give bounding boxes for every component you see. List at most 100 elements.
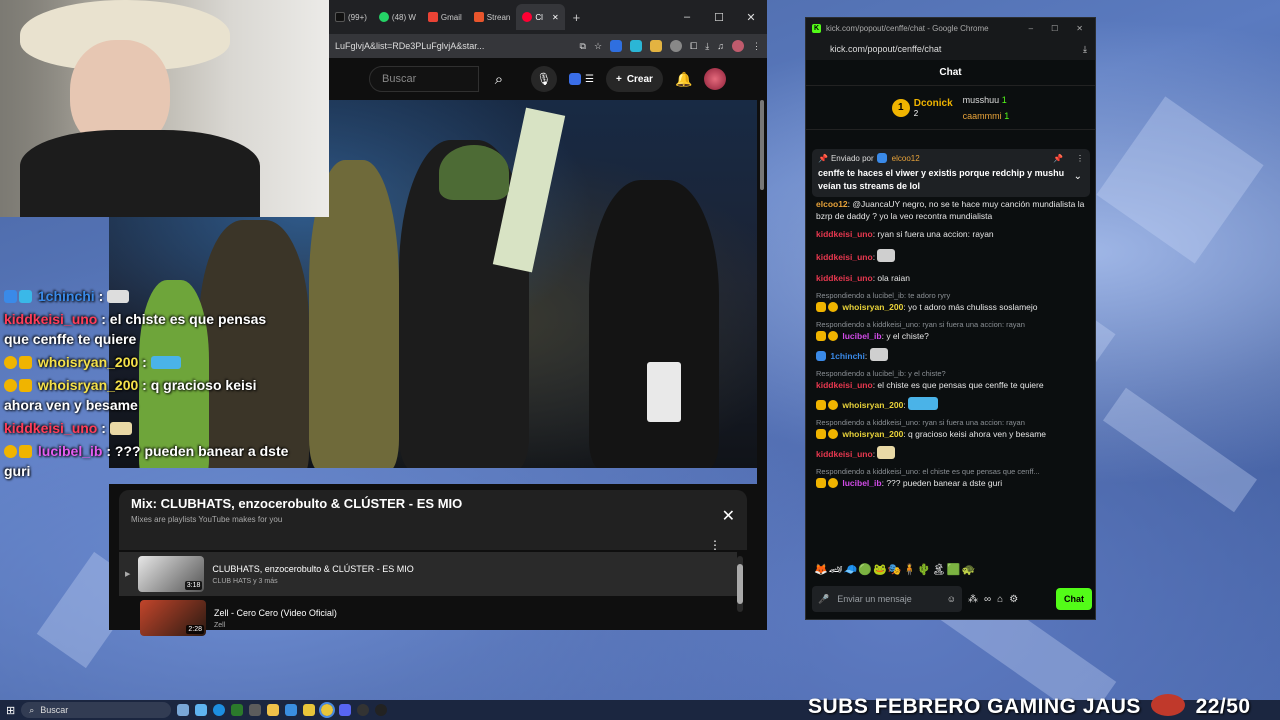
maximize-button[interactable]: ☐ xyxy=(703,11,735,24)
send-chat-button[interactable]: Chat xyxy=(1056,588,1092,610)
edge-icon[interactable] xyxy=(213,704,226,716)
pin-icon[interactable]: 📌 xyxy=(1053,154,1063,163)
emote-icon[interactable]: 🟢 xyxy=(858,564,873,576)
extensions-puzzle-icon[interactable]: ⧠ xyxy=(690,41,697,52)
close-window-button[interactable]: ✕ xyxy=(735,11,767,24)
emote-icon[interactable]: 🐢 xyxy=(962,564,977,576)
chat-username[interactable]: whoisryan_200 xyxy=(842,429,903,439)
tab-streamlabs[interactable]: Strean xyxy=(468,4,517,30)
extension-icon[interactable] xyxy=(610,40,623,52)
emote-icon[interactable]: 🧢 xyxy=(844,564,859,576)
playlist-title[interactable]: Mix: CLUBHATS, enzocerobulto & CLÚSTER -… xyxy=(131,496,735,511)
more-options-icon[interactable]: ⋮ xyxy=(709,538,721,552)
extension-icon[interactable] xyxy=(650,40,663,52)
chat-username[interactable]: 1chinchi xyxy=(830,351,864,361)
emote-icon[interactable]: 🦊 xyxy=(814,564,829,576)
close-tab-icon[interactable]: ✕ xyxy=(552,13,559,22)
notifications-bell-icon[interactable]: 🔔 xyxy=(675,71,692,88)
share-icon[interactable]: ⁂ xyxy=(968,594,978,605)
chat-username[interactable]: kiddkeisi_uno xyxy=(816,449,873,459)
chat-username[interactable]: elcoo12 xyxy=(816,199,848,209)
chat-username[interactable]: kiddkeisi_uno xyxy=(816,252,873,262)
chat-username[interactable]: kiddkeisi_uno xyxy=(816,229,873,239)
minimize-button[interactable]: – xyxy=(671,11,703,24)
extension-icon[interactable] xyxy=(670,40,683,52)
gear-icon[interactable]: ⚙ xyxy=(1009,594,1018,605)
more-options-icon[interactable]: ⋮ xyxy=(1076,154,1084,163)
create-label: Crear xyxy=(626,73,653,85)
tab-tiktok[interactable]: (99+) xyxy=(329,4,373,30)
badge-icon xyxy=(816,400,826,410)
extension-icon[interactable] xyxy=(630,40,643,52)
address-bar[interactable]: kick.com/popout/cenffe/chat ⤓ xyxy=(806,38,1095,60)
microphone-icon[interactable]: 🎤 xyxy=(818,594,829,605)
avatar[interactable] xyxy=(704,68,727,90)
store-icon[interactable] xyxy=(285,704,298,716)
new-tab-button[interactable]: + xyxy=(573,10,581,25)
obs-icon[interactable] xyxy=(357,704,370,716)
tab-whatsapp[interactable]: (48) W xyxy=(373,4,422,30)
emoji-icon[interactable]: ☺ xyxy=(947,594,956,604)
page-scrollbar[interactable] xyxy=(757,100,767,630)
download-icon[interactable]: ⤓ xyxy=(1083,44,1087,55)
microphone-icon[interactable]: 🎙 xyxy=(531,66,557,92)
chat-username[interactable]: whoisryan_200 xyxy=(842,400,903,410)
bookmark-star-icon[interactable]: ☆ xyxy=(594,41,602,52)
task-view-icon[interactable] xyxy=(177,704,190,716)
create-button[interactable]: + Crear xyxy=(605,66,663,92)
close-window-button[interactable]: ✕ xyxy=(1076,24,1083,33)
tab-youtube[interactable]: Cl ✕ xyxy=(516,4,565,30)
chrome-icon[interactable] xyxy=(319,702,336,718)
emote-icon[interactable]: 🟩 xyxy=(947,564,962,576)
emote-icon[interactable]: 🧍 xyxy=(902,564,917,576)
video-thumbnail[interactable]: 2:28 xyxy=(140,600,206,636)
chat-username[interactable]: lucibel_ib xyxy=(842,478,881,488)
video-thumbnail[interactable]: 3:18 xyxy=(138,556,205,592)
chat-input[interactable]: 🎤 Enviar un mensaje ☺ xyxy=(812,586,962,612)
address-bar[interactable]: LuFglvjA&list=RDe3PLuFglvjA&star... ⧉ ☆ … xyxy=(329,34,767,58)
steam-icon[interactable] xyxy=(249,704,262,716)
maximize-button[interactable]: ☐ xyxy=(1051,24,1058,33)
cast-icon[interactable]: ⧉ xyxy=(580,41,586,52)
media-icon[interactable]: ♫ xyxy=(717,41,724,51)
emote-icon[interactable]: 🎭 xyxy=(888,564,903,576)
search-input[interactable]: Buscar xyxy=(369,66,479,92)
profile-avatar[interactable] xyxy=(732,40,744,52)
chevron-down-icon[interactable]: ⌄ xyxy=(1074,171,1082,182)
search-icon[interactable]: ⌕ xyxy=(479,66,519,92)
download-icon[interactable]: ⤓ xyxy=(705,41,709,52)
discord-icon[interactable] xyxy=(339,704,352,716)
playlist-item[interactable]: 2:28 Zell - Cero Cero (Video Oficial) Ze… xyxy=(119,596,737,640)
gifter-entry[interactable]: musshuu 1 xyxy=(963,92,1010,108)
chat-username[interactable]: kiddkeisi_uno xyxy=(816,380,873,390)
playlist-item[interactable]: ▶ 3:18 CLUBHATS, enzocerobulto & CLÚSTER… xyxy=(119,552,737,596)
chat-message: kiddkeisi_uno: xyxy=(816,446,1088,460)
browser-menu-icon[interactable]: ⋮ xyxy=(752,41,761,52)
media-player-icon[interactable] xyxy=(375,704,388,716)
windows-start-icon[interactable]: ⊞ xyxy=(6,704,15,717)
extension-icon[interactable] xyxy=(569,73,581,85)
emote-icon[interactable]: 🌵 xyxy=(917,564,932,576)
minimize-button[interactable]: – xyxy=(1029,24,1033,33)
emote-icon[interactable]: 🏎 xyxy=(829,564,844,576)
playlist-scrollbar[interactable] xyxy=(737,556,743,612)
list-icon[interactable]: ☰ xyxy=(585,74,594,85)
emote-icon[interactable]: 🏝 xyxy=(932,564,947,576)
gifter-entry[interactable]: caammmi 1 xyxy=(963,108,1010,124)
gifter-entry[interactable]: 1 Dconick 2 xyxy=(891,98,953,118)
chat-username[interactable]: kiddkeisi_uno xyxy=(816,273,873,283)
wallpaper-crystal xyxy=(1102,387,1258,513)
xbox-icon[interactable] xyxy=(231,704,244,716)
infinity-icon[interactable]: ∞ xyxy=(984,594,991,605)
tab-gmail[interactable]: Gmail xyxy=(422,4,468,30)
taskbar-search[interactable]: ⌕ Buscar xyxy=(21,702,172,718)
close-icon[interactable]: ✕ xyxy=(722,506,735,526)
emote-icon[interactable]: 🐸 xyxy=(873,564,888,576)
app-icon[interactable] xyxy=(303,704,316,716)
file-explorer-icon[interactable] xyxy=(267,704,280,716)
chat-username[interactable]: whoisryan_200 xyxy=(842,302,903,312)
widgets-icon[interactable] xyxy=(195,704,208,716)
pinned-message[interactable]: 📌 Enviado por elcoo12 📌 ⋮ cenffe te hace… xyxy=(812,149,1090,197)
store-icon[interactable]: ⌂ xyxy=(997,594,1003,605)
chat-username[interactable]: lucibel_ib xyxy=(842,331,881,341)
